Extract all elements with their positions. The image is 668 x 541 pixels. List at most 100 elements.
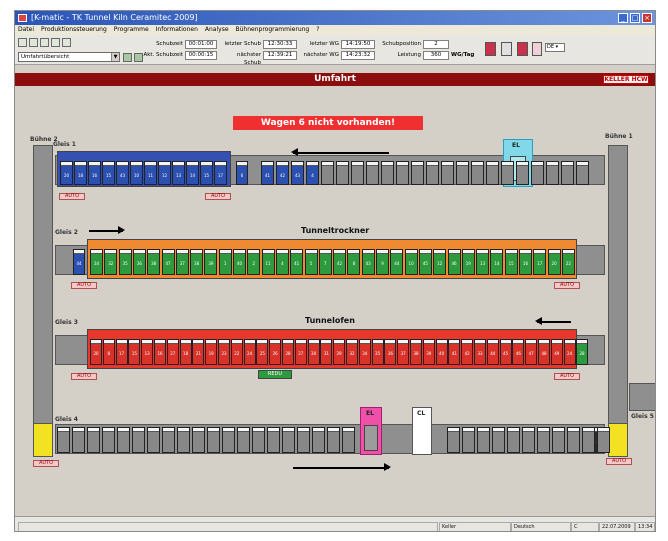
open-icon[interactable] (29, 38, 38, 47)
wagon[interactable]: 22 (561, 249, 575, 275)
wagon[interactable]: 4 (275, 249, 289, 275)
wagon[interactable]: 43 (291, 161, 304, 185)
wagon[interactable]: 46 (512, 339, 525, 365)
wagon[interactable]: 38 (147, 249, 161, 275)
wagon[interactable]: 23 (218, 339, 230, 365)
empty-wagon[interactable] (567, 427, 580, 453)
wagon[interactable]: 38 (190, 249, 204, 275)
menu-help[interactable]: ? (316, 25, 319, 35)
wagon[interactable]: 16 (154, 339, 166, 365)
gleis1-auto-right[interactable]: AUTO (205, 193, 231, 200)
empty-wagon[interactable] (222, 427, 235, 453)
wagon[interactable]: 40 (233, 249, 246, 275)
empty-wagon[interactable] (102, 427, 115, 453)
report-icon[interactable] (517, 42, 528, 56)
wagon[interactable]: 43 (361, 249, 375, 275)
empty-wagon[interactable] (462, 427, 475, 453)
empty-wagon[interactable] (426, 161, 439, 185)
wagon[interactable]: 21 (192, 339, 205, 365)
wagon[interactable]: 15 (504, 249, 518, 275)
minimize-button[interactable]: _ (618, 13, 628, 23)
gleis4-auto-left[interactable]: AUTO (33, 460, 59, 467)
wagon[interactable]: 42 (461, 339, 474, 365)
empty-wagon[interactable] (321, 161, 334, 185)
wagon[interactable]: 30 (307, 339, 320, 365)
wagon[interactable]: 15 (128, 339, 141, 365)
empty-wagon[interactable] (351, 161, 364, 185)
wagon[interactable]: 8 (102, 339, 115, 365)
empty-wagon[interactable] (507, 427, 520, 453)
empty-wagon[interactable] (381, 161, 394, 185)
wagon[interactable]: 1 (218, 249, 232, 275)
wagon[interactable]: 41 (290, 249, 304, 275)
empty-wagon[interactable] (192, 427, 205, 453)
wagon[interactable]: 2 (247, 249, 261, 275)
empty-wagon[interactable] (336, 161, 349, 185)
wagon[interactable]: 33 (474, 339, 486, 365)
gleis2-auto-right[interactable]: AUTO (554, 282, 580, 289)
wagon[interactable]: 35 (371, 339, 384, 365)
wagon[interactable]: 37 (175, 249, 189, 275)
empty-wagon[interactable] (396, 161, 409, 185)
wagon[interactable]: 7 (318, 249, 332, 275)
arrow-icon[interactable] (501, 42, 512, 56)
wagon[interactable]: 20 (60, 161, 73, 185)
wagon[interactable]: 5 (304, 249, 318, 275)
wagon[interactable]: 39 (422, 339, 435, 365)
wagon[interactable]: 44 (486, 339, 499, 365)
wagon[interactable]: 11 (261, 249, 275, 275)
wagon[interactable]: 41 (448, 339, 461, 365)
wagon[interactable]: 36 (132, 249, 146, 275)
view-select[interactable]: Umfahrtübersicht ▼ (18, 52, 120, 62)
wagon[interactable]: 8 (347, 249, 361, 275)
wagon[interactable]: 28 (282, 339, 294, 365)
wagon[interactable]: 10 (404, 249, 418, 275)
wagon[interactable]: 15 (102, 161, 115, 185)
empty-wagon[interactable] (327, 427, 340, 453)
wagon[interactable]: 22 (230, 339, 243, 365)
wagon[interactable]: 18 (179, 339, 192, 365)
maximize-button[interactable]: □ (630, 13, 640, 23)
menu-produktionssteuerung[interactable]: Produktionssteuerung (41, 25, 107, 35)
wagon[interactable]: 24 (243, 339, 256, 365)
empty-wagon[interactable] (297, 427, 310, 453)
empty-wagon[interactable] (252, 427, 265, 453)
wagon[interactable]: 25 (256, 339, 269, 365)
wagon[interactable]: 15 (200, 161, 213, 185)
wagon[interactable]: 10 (130, 161, 143, 185)
empty-wagon[interactable] (147, 427, 160, 453)
wagon[interactable]: 39 (204, 249, 218, 275)
wagon[interactable]: 44 (390, 249, 404, 275)
empty-wagon[interactable] (576, 161, 589, 185)
wagon[interactable]: 47 (525, 339, 538, 365)
wagon[interactable]: 37 (397, 339, 410, 365)
close-button[interactable]: × (642, 13, 652, 23)
wagon[interactable]: 32 (346, 339, 358, 365)
wagon[interactable]: 40 (435, 339, 448, 365)
empty-wagon[interactable] (486, 161, 499, 185)
wagon[interactable]: 49 (550, 339, 563, 365)
menu-informationen[interactable]: Informationen (156, 25, 198, 35)
wagon[interactable]: 28 (576, 339, 588, 365)
empty-wagon[interactable] (597, 427, 610, 453)
wagon[interactable]: 19 (205, 339, 218, 365)
language-select[interactable]: DE ▾ (545, 43, 565, 52)
gleis3-auto-left[interactable]: AUTO (71, 373, 97, 380)
empty-wagon[interactable] (411, 161, 424, 185)
wagon[interactable]: 46 (447, 249, 461, 275)
wagon[interactable]: 13 (476, 249, 490, 275)
wagon[interactable]: 36 (384, 339, 397, 365)
wagon[interactable]: 20 (90, 339, 102, 365)
wagon[interactable]: 45 (418, 249, 432, 275)
print-icon[interactable] (51, 38, 60, 47)
empty-wagon[interactable] (447, 427, 460, 453)
settings-icon[interactable] (62, 38, 71, 47)
wagon[interactable]: 34 (358, 339, 371, 365)
empty-wagon[interactable] (561, 161, 574, 185)
wagon[interactable]: 34 (90, 249, 103, 275)
empty-wagon[interactable] (162, 427, 175, 453)
wagon[interactable]: 48 (538, 339, 550, 365)
save-icon[interactable] (40, 38, 49, 47)
wagon[interactable]: 16 (519, 249, 532, 275)
empty-wagon[interactable] (57, 427, 70, 453)
